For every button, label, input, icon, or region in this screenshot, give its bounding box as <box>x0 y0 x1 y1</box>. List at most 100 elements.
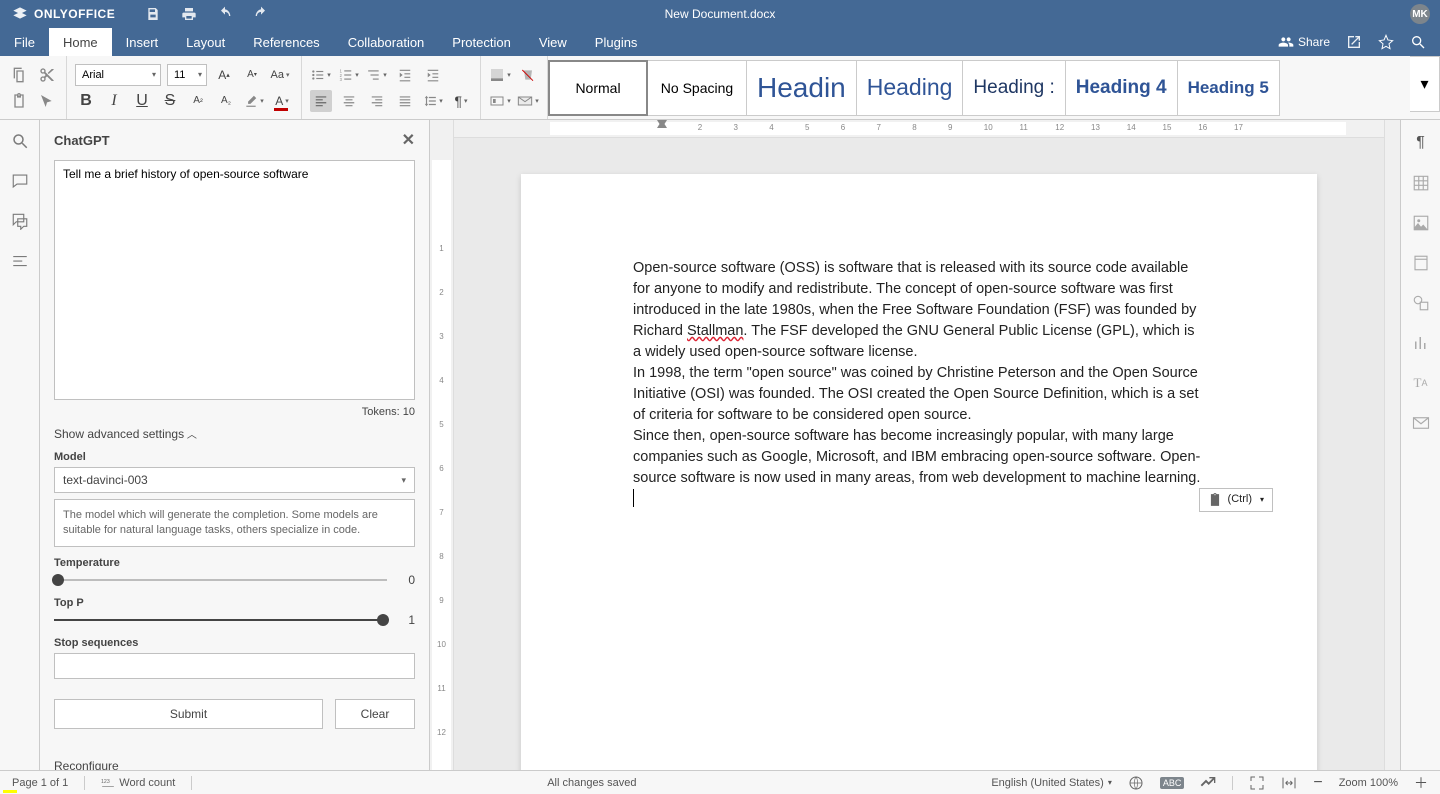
style-heading-5[interactable]: Heading 5 <box>1177 60 1280 116</box>
menu-collaboration[interactable]: Collaboration <box>334 28 439 56</box>
language-select[interactable]: English (United States) <box>991 777 1112 789</box>
zoom-level[interactable]: Zoom 100% <box>1339 777 1398 789</box>
menu-view[interactable]: View <box>525 28 581 56</box>
zoom-in-button[interactable]: ＋ <box>1414 773 1428 793</box>
paste-icon[interactable] <box>8 90 30 112</box>
paragraph-mark-icon[interactable]: ¶ <box>450 90 472 112</box>
favorite-icon[interactable] <box>1378 34 1394 50</box>
menu-plugins[interactable]: Plugins <box>581 28 652 56</box>
mailmerge-icon[interactable] <box>517 90 539 112</box>
chatgpt-prompt-input[interactable] <box>54 160 415 400</box>
word-count-button[interactable]: 123 Word count <box>101 776 175 790</box>
reconfigure-link[interactable]: Reconfigure <box>54 759 415 770</box>
copy-icon[interactable] <box>8 64 30 86</box>
comments-icon[interactable] <box>9 170 31 192</box>
underline-icon[interactable]: U <box>131 90 153 112</box>
italic-icon[interactable]: I <box>103 90 125 112</box>
top-p-slider[interactable] <box>54 613 387 627</box>
bold-icon[interactable]: B <box>75 90 97 112</box>
menu-insert[interactable]: Insert <box>112 28 173 56</box>
menu-home[interactable]: Home <box>49 28 112 56</box>
insert-field-icon[interactable] <box>489 90 511 112</box>
document-canvas[interactable]: Open-source software (OSS) is software t… <box>454 138 1384 770</box>
style-heading-4[interactable]: Heading 4 <box>1065 60 1178 116</box>
decrease-indent-icon[interactable] <box>394 64 416 86</box>
submit-button[interactable]: Submit <box>54 699 323 729</box>
menu-protection[interactable]: Protection <box>438 28 525 56</box>
advanced-settings-toggle[interactable]: Show advanced settings <box>54 426 415 441</box>
redo-icon[interactable] <box>253 6 269 22</box>
style-normal[interactable]: Normal <box>548 60 648 116</box>
increase-font-icon[interactable]: A▴ <box>213 64 235 86</box>
mail-settings-icon[interactable] <box>1410 412 1432 434</box>
menu-references[interactable]: References <box>239 28 333 56</box>
line-spacing-icon[interactable] <box>422 90 444 112</box>
doc-paragraph[interactable]: Since then, open-source software has bec… <box>633 426 1205 489</box>
strike-icon[interactable]: S <box>159 90 181 112</box>
print-icon[interactable] <box>181 6 197 22</box>
decrease-font-icon[interactable]: A▾ <box>241 64 263 86</box>
open-location-icon[interactable] <box>1346 34 1362 50</box>
number-list-icon[interactable]: 123 <box>338 64 360 86</box>
align-left-icon[interactable] <box>310 90 332 112</box>
style-headin[interactable]: Headin <box>746 60 857 116</box>
menu-layout[interactable]: Layout <box>172 28 239 56</box>
style-heading-[interactable]: Heading : <box>962 60 1065 116</box>
change-case-icon[interactable]: Aa <box>269 64 291 86</box>
bullet-list-icon[interactable] <box>310 64 332 86</box>
document-page[interactable]: Open-source software (OSS) is software t… <box>521 174 1317 770</box>
align-justify-icon[interactable] <box>394 90 416 112</box>
set-doc-language-icon[interactable] <box>1128 775 1144 791</box>
cut-icon[interactable] <box>36 64 58 86</box>
font-color-icon[interactable]: A <box>271 90 293 112</box>
model-select[interactable]: text-davinci-003 <box>54 467 415 493</box>
doc-paragraph[interactable]: Open-source software (OSS) is software t… <box>633 258 1205 363</box>
share-button[interactable]: Share <box>1278 34 1330 50</box>
style-no-spacing[interactable]: No Spacing <box>647 60 747 116</box>
clear-style-icon[interactable] <box>517 64 539 86</box>
doc-paragraph[interactable] <box>633 489 1205 510</box>
left-sidebar <box>0 120 40 770</box>
increase-indent-icon[interactable] <box>422 64 444 86</box>
image-settings-icon[interactable] <box>1410 212 1432 234</box>
subscript-icon[interactable]: A₂ <box>215 90 237 112</box>
find-icon[interactable] <box>9 130 31 152</box>
align-right-icon[interactable] <box>366 90 388 112</box>
fit-width-icon[interactable] <box>1281 775 1297 791</box>
chart-settings-icon[interactable] <box>1410 332 1432 354</box>
page-indicator[interactable]: Page 1 of 1 <box>12 777 68 789</box>
select-icon[interactable] <box>36 90 58 112</box>
close-icon[interactable]: ✕ <box>402 130 415 150</box>
paragraph-settings-icon[interactable]: ¶ <box>1410 132 1432 154</box>
table-settings-icon[interactable] <box>1410 172 1432 194</box>
paste-options-button[interactable]: (Ctrl) <box>1199 488 1273 512</box>
save-icon[interactable] <box>145 6 161 22</box>
fit-page-icon[interactable] <box>1249 775 1265 791</box>
menu-file[interactable]: File <box>0 28 49 56</box>
style-gallery-more[interactable]: ▾ <box>1410 56 1440 112</box>
header-footer-icon[interactable] <box>1410 252 1432 274</box>
undo-icon[interactable] <box>217 6 233 22</box>
align-center-icon[interactable] <box>338 90 360 112</box>
multilevel-list-icon[interactable] <box>366 64 388 86</box>
user-avatar[interactable]: MK <box>1410 4 1430 24</box>
clear-button[interactable]: Clear <box>335 699 415 729</box>
highlight-color-icon[interactable] <box>243 90 265 112</box>
stop-seq-input[interactable] <box>54 653 415 679</box>
style-heading[interactable]: Heading <box>856 60 964 116</box>
font-name-select[interactable]: Arial <box>75 64 161 86</box>
font-size-select[interactable]: 11 <box>167 64 207 86</box>
shading-icon[interactable] <box>489 64 511 86</box>
superscript-icon[interactable]: A² <box>187 90 209 112</box>
zoom-out-button[interactable]: − <box>1313 774 1322 792</box>
headings-icon[interactable] <box>9 250 31 272</box>
vertical-scrollbar[interactable] <box>1384 120 1400 770</box>
spellcheck-icon[interactable]: ABC <box>1160 777 1185 789</box>
temperature-slider[interactable] <box>54 573 387 587</box>
search-icon[interactable] <box>1410 34 1426 50</box>
track-changes-icon[interactable] <box>1200 775 1216 791</box>
shape-settings-icon[interactable] <box>1410 292 1432 314</box>
doc-paragraph[interactable]: In 1998, the term "open source" was coin… <box>633 363 1205 426</box>
chat-icon[interactable] <box>9 210 31 232</box>
textart-settings-icon[interactable]: TA <box>1410 372 1432 394</box>
